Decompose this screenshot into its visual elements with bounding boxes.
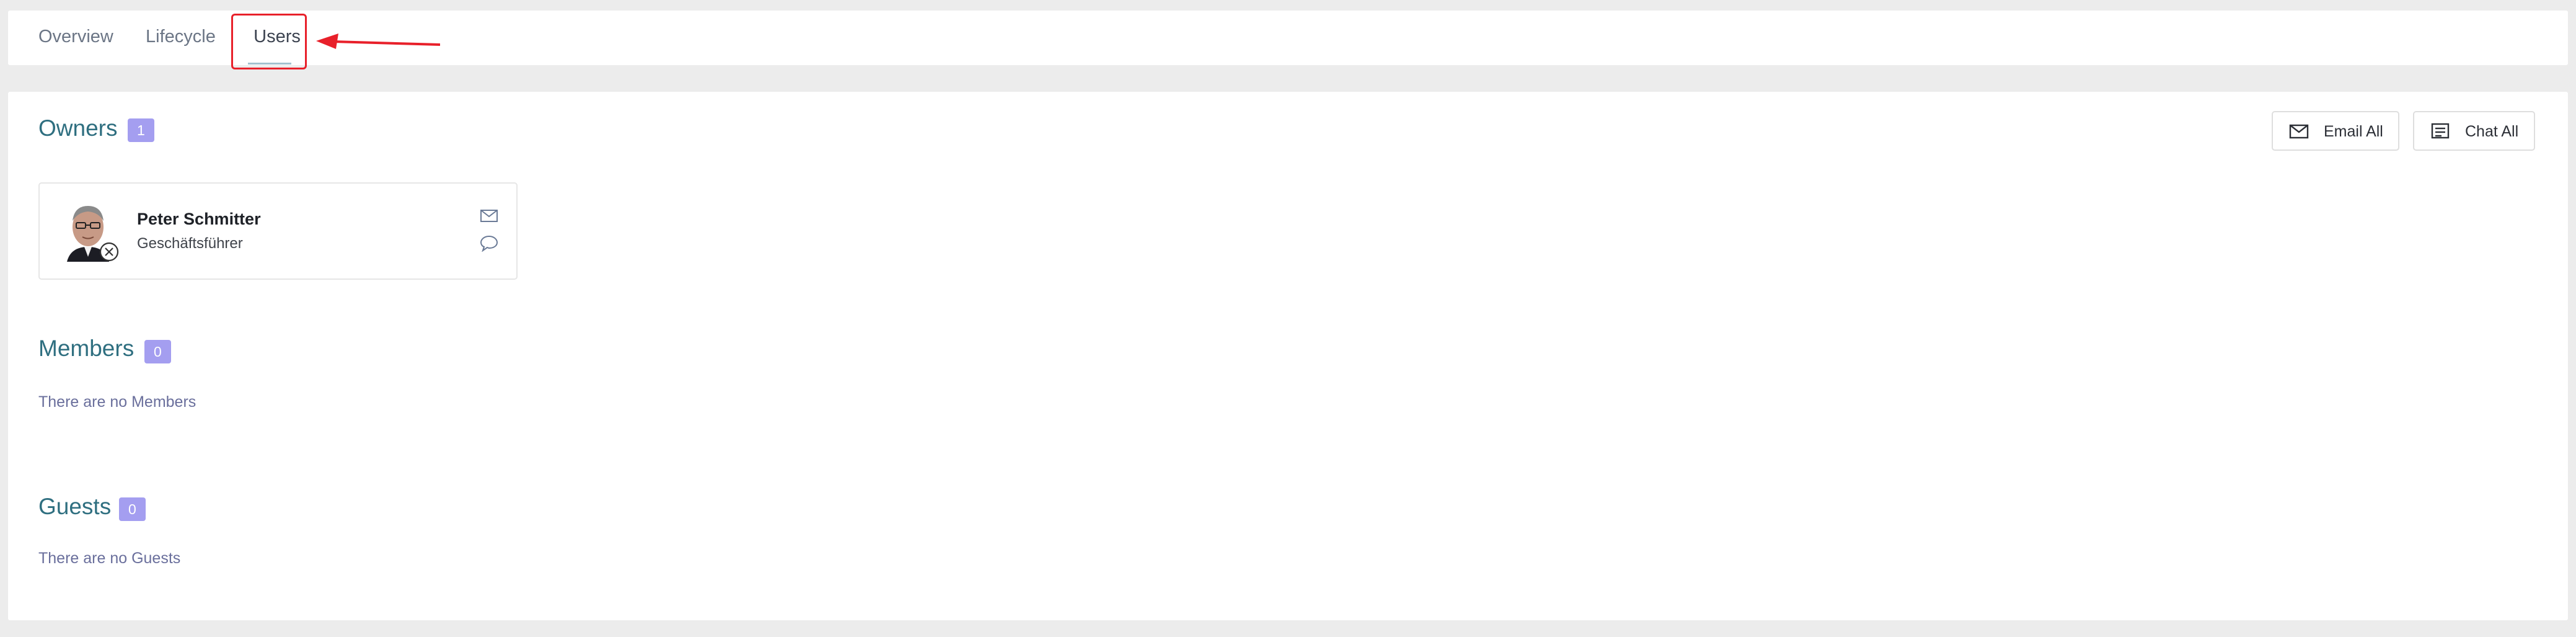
tab-lifecycle[interactable]: Lifecycle [146, 11, 216, 65]
user-name: Peter Schmitter [137, 210, 261, 228]
email-all-button[interactable]: Email All [2272, 111, 2399, 151]
members-empty-text: There are no Members [38, 393, 196, 411]
owners-count-badge: 1 [128, 118, 154, 142]
annotation-highlight-box [231, 14, 307, 69]
user-role: Geschäftsführer [137, 235, 243, 252]
members-count-badge: 0 [144, 340, 171, 363]
chat-all-button[interactable]: Chat All [2413, 111, 2535, 151]
guests-empty-text: There are no Guests [38, 550, 181, 567]
message-icon [2431, 123, 2450, 139]
email-all-label: Email All [2324, 123, 2383, 140]
users-panel: Owners 1 Email All Chat All Peter Schmit… [8, 92, 2568, 620]
remove-user-icon[interactable] [99, 242, 119, 262]
owners-title: Owners [38, 115, 118, 141]
mail-icon[interactable] [480, 208, 498, 223]
chat-all-label: Chat All [2465, 123, 2519, 140]
annotation-arrow-icon [316, 33, 440, 49]
mail-icon [2289, 124, 2309, 139]
guests-count-badge: 0 [119, 497, 146, 521]
members-title: Members [38, 336, 135, 361]
chat-bubble-icon[interactable] [480, 234, 498, 252]
owner-user-card: Peter Schmitter Geschäftsführer [38, 182, 518, 280]
guests-title: Guests [38, 494, 112, 519]
tab-overview[interactable]: Overview [38, 11, 113, 65]
